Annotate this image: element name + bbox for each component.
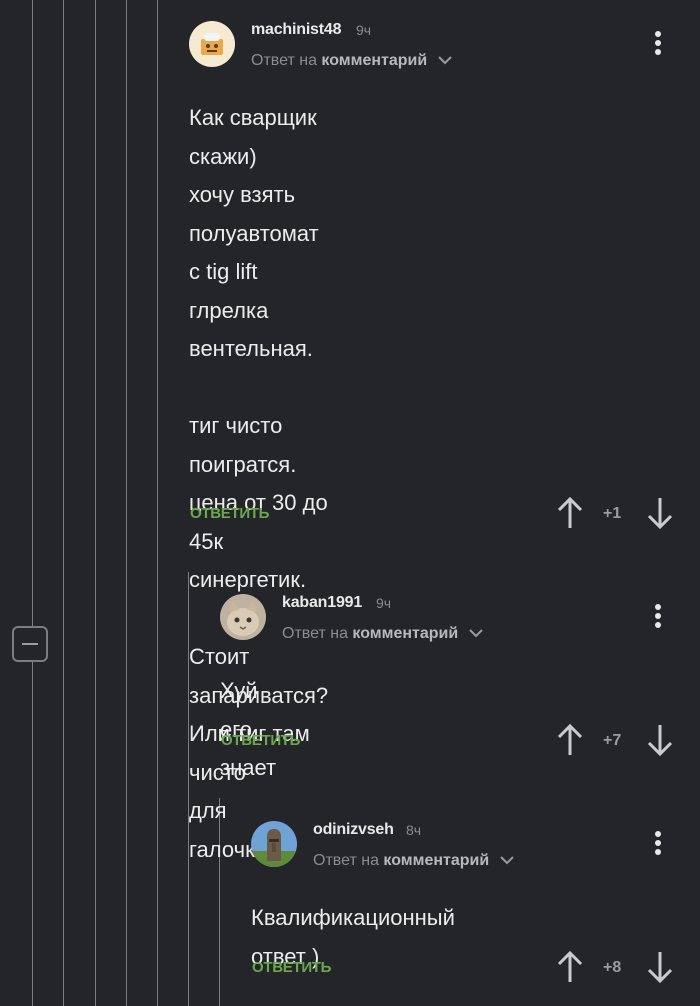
username[interactable]: machinist48	[251, 21, 341, 39]
reply-to-prefix: Ответ на	[282, 625, 348, 642]
avatar[interactable]	[220, 594, 266, 640]
arrow-down-icon[interactable]	[647, 496, 673, 530]
avatar[interactable]	[189, 21, 235, 67]
reply-to-prefix: Ответ на	[251, 52, 317, 69]
reply-to-link[interactable]: Ответ на комментарий	[282, 625, 483, 643]
arrow-up-icon[interactable]	[557, 723, 583, 757]
arrow-down-icon[interactable]	[647, 723, 673, 757]
arrow-up-icon[interactable]	[557, 950, 583, 984]
username[interactable]: kaban1991	[282, 594, 362, 612]
timestamp: 9ч	[376, 595, 392, 611]
vote-score: +8	[603, 959, 622, 976]
thread-line	[157, 0, 158, 1006]
thread-line	[63, 0, 64, 1006]
reply-to-target: комментарий	[321, 52, 428, 69]
more-vertical-icon[interactable]	[654, 831, 662, 858]
reply-to-link[interactable]: Ответ на комментарий	[251, 52, 452, 70]
reply-button[interactable]: ОТВЕТИТЬ	[190, 505, 269, 522]
thread-line	[32, 0, 33, 1006]
reply-button[interactable]: ОТВЕТИТЬ	[221, 732, 300, 749]
username[interactable]: odinizvseh	[313, 821, 394, 839]
timestamp: 8ч	[406, 822, 422, 838]
reply-to-link[interactable]: Ответ на комментарий	[313, 852, 514, 870]
timestamp: 9ч	[356, 22, 372, 38]
chevron-down-icon	[468, 629, 483, 638]
reply-to-prefix: Ответ на	[313, 852, 379, 869]
reply-to-target: комментарий	[352, 625, 459, 642]
vote-score: +7	[603, 732, 622, 749]
thread-line	[126, 0, 127, 1006]
reply-button[interactable]: ОТВЕТИТЬ	[252, 959, 331, 976]
more-vertical-icon[interactable]	[654, 604, 662, 631]
chevron-down-icon	[499, 856, 514, 865]
vote-score: +1	[603, 505, 622, 522]
chevron-down-icon	[437, 56, 452, 65]
collapse-thread-button[interactable]	[12, 626, 48, 662]
thread-line	[95, 0, 96, 1006]
avatar[interactable]	[251, 821, 297, 867]
more-vertical-icon[interactable]	[654, 31, 662, 58]
reply-to-target: комментарий	[383, 852, 490, 869]
arrow-down-icon[interactable]	[647, 950, 673, 984]
comment-text: Хуй его знает	[220, 678, 277, 780]
arrow-up-icon[interactable]	[557, 496, 583, 530]
